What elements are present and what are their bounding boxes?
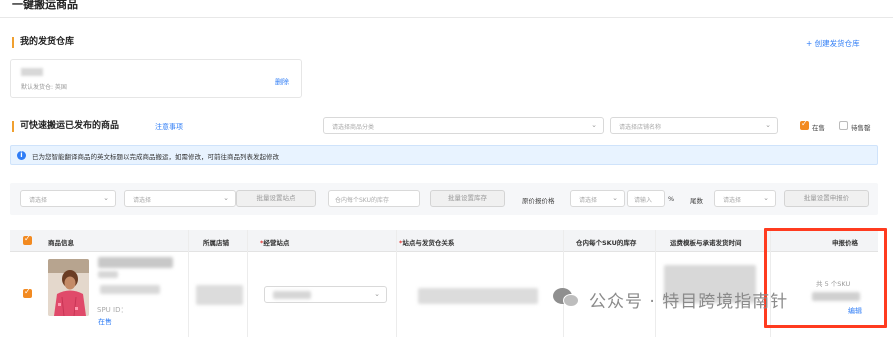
chevron-down-icon: ⌄ <box>763 194 769 202</box>
chevron-down-icon: ⌄ <box>103 194 109 202</box>
store-select[interactable]: 请选择店铺名称 ⌄ <box>610 117 778 134</box>
store-name-blurred <box>196 285 243 305</box>
status-badge: 在售 <box>98 318 112 326</box>
watermark-text: 公众号 · 特目跨境指南针 <box>589 291 789 312</box>
column-divider <box>396 230 397 337</box>
chevron-down-icon: ⌄ <box>374 290 380 298</box>
bulk-select-2-placeholder: 请选择 <box>133 197 152 204</box>
chevron-down-icon: ⌄ <box>612 194 618 202</box>
on-sale-label: 在售 <box>812 124 825 132</box>
wechat-watermark: 公众号 · 特目跨境指南针 <box>553 286 788 312</box>
bulk-edit-bar: 请选择 ⌄ 请选择 ⌄ 批量设置站点 仓内每个SKU的库存 批量设置库存 原价报… <box>10 183 878 215</box>
spu-id-label: SPU ID： <box>97 306 128 314</box>
sold-out-label: 待售罄 <box>851 124 871 132</box>
sold-out-checkbox[interactable] <box>839 121 848 130</box>
notes-link[interactable]: 注意事项 <box>155 122 183 132</box>
warehouse-name-blurred <box>21 68 43 76</box>
warehouse-default-text: 默认发货仓: 英国 <box>21 84 67 91</box>
percent-symbol: % <box>668 195 675 203</box>
site-warehouse-blurred <box>418 288 538 304</box>
col-store: 所属店铺 <box>203 239 229 247</box>
bulk-select-1[interactable]: 请选择 ⌄ <box>20 190 116 207</box>
wechat-icon <box>553 288 581 310</box>
col-site-warehouse: 站点与发货仓关系 <box>402 239 455 247</box>
row-checkbox[interactable] <box>23 287 32 298</box>
notice-text: 已为您智能翻译商品的英文标题以完成商品搬运，如需修改，可前往商品列表发起修改 <box>32 153 279 161</box>
tail-placeholder: 请选择 <box>723 197 742 204</box>
chevron-down-icon: ⌄ <box>591 121 597 129</box>
create-warehouse-link[interactable]: + 创建发货仓库 <box>806 38 860 49</box>
info-notice: i 已为您智能翻译商品的英文标题以完成商品搬运，如需修改，可前往商品列表发起修改 <box>10 145 878 165</box>
price-column-highlight <box>764 228 887 328</box>
bulk-select-2[interactable]: 请选择 ⌄ <box>124 190 236 207</box>
store-placeholder: 请选择店铺名称 <box>619 124 662 131</box>
table-header: 商品信息 所属店铺 *经营站点 *站点与发货仓关系 仓内每个SKU的库存 运费模… <box>10 230 878 252</box>
column-divider <box>247 230 248 337</box>
chevron-down-icon: ⌄ <box>223 194 229 202</box>
page-title: 一键搬运商品 <box>12 0 78 11</box>
price-label: 原价报价格 <box>522 197 555 205</box>
products-section-title: 可快速搬运已发布的商品 <box>12 121 119 132</box>
bulk-stock-placeholder: 仓内每个SKU的库存 <box>335 197 389 204</box>
bulk-set-stock-button[interactable]: 批量设置库存 <box>430 190 505 207</box>
column-divider <box>563 230 564 337</box>
col-site: 经营站点 <box>263 239 290 247</box>
select-all-checkbox[interactable] <box>23 234 32 245</box>
col-shipping: 运费模板与承诺发货时间 <box>670 239 742 247</box>
product-thumbnail <box>48 259 89 316</box>
product-subtitle-blurred <box>100 285 160 294</box>
price-percent-placeholder: 请输入 <box>634 197 653 204</box>
warehouse-card: 默认发货仓: 英国 删除 <box>10 59 302 98</box>
column-divider <box>188 230 189 337</box>
bulk-set-price-button[interactable]: 批量设置申报价 <box>784 190 869 207</box>
price-mode-placeholder: 请选择 <box>579 197 598 204</box>
chevron-down-icon: ⌄ <box>765 121 771 129</box>
bulk-set-site-button[interactable]: 批量设置站点 <box>236 190 316 207</box>
product-meta-blurred <box>98 271 118 278</box>
tail-label: 尾数 <box>690 197 703 205</box>
warehouse-delete-link[interactable]: 删除 <box>275 77 289 87</box>
bulk-stock-input[interactable]: 仓内每个SKU的库存 <box>328 190 420 207</box>
price-percent-input[interactable]: 请输入 <box>627 190 665 207</box>
col-product-info: 商品信息 <box>48 239 74 247</box>
column-divider <box>655 230 656 337</box>
price-mode-select[interactable]: 请选择 ⌄ <box>570 190 625 207</box>
tail-select[interactable]: 请选择 ⌄ <box>714 190 776 207</box>
product-title-blurred <box>98 257 173 268</box>
category-placeholder: 请选择商品分类 <box>332 124 375 131</box>
warehouse-section-title: 我的发货仓库 <box>12 37 74 48</box>
on-sale-checkbox[interactable] <box>800 119 809 130</box>
category-select[interactable]: 请选择商品分类 ⌄ <box>323 117 604 134</box>
top-bar: 一键搬运商品 <box>0 0 893 18</box>
bulk-select-1-placeholder: 请选择 <box>29 197 48 204</box>
site-select[interactable]: ⌄ <box>264 286 387 303</box>
col-stock: 仓内每个SKU的库存 <box>576 239 637 247</box>
info-icon: i <box>17 151 26 160</box>
